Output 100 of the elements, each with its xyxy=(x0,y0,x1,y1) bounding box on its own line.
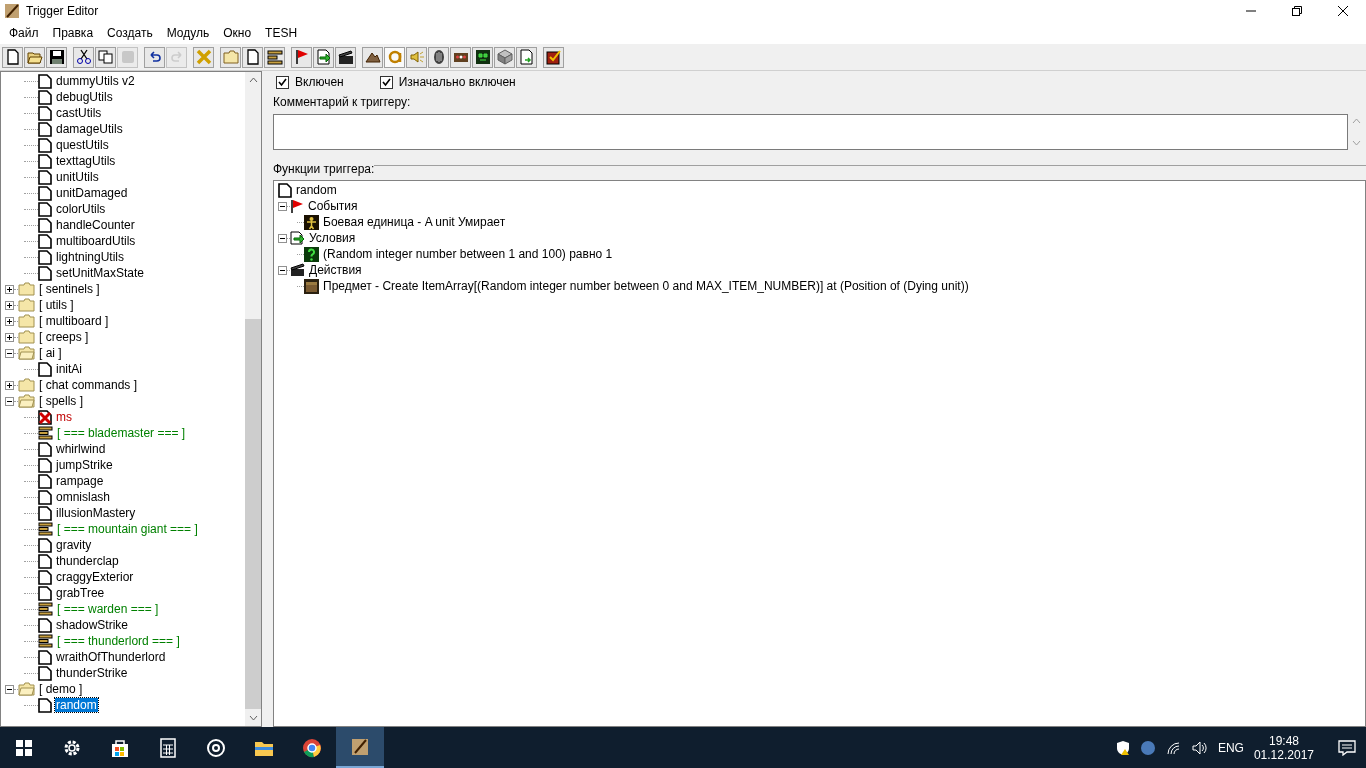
comment-field[interactable] xyxy=(273,114,1348,150)
tree-item[interactable]: random xyxy=(55,698,98,712)
clock-date[interactable]: 01.12.2017 xyxy=(1253,747,1314,762)
tree-item[interactable]: [ sentinels ] xyxy=(38,282,101,296)
toolbar-button[interactable] xyxy=(450,46,471,68)
collapse-toggle[interactable] xyxy=(278,201,287,211)
tree-item[interactable]: grabTree xyxy=(55,586,106,600)
folder-icon xyxy=(18,298,35,312)
tree-item[interactable]: shadowStrike xyxy=(55,618,130,632)
tree-item[interactable]: illusionMastery xyxy=(55,506,137,520)
toolbar-button[interactable] xyxy=(144,46,165,68)
toolbar-button[interactable] xyxy=(362,46,383,68)
tree-item[interactable]: gravity xyxy=(55,538,93,552)
toolbar-button[interactable] xyxy=(95,46,116,68)
menu-item[interactable]: Файл xyxy=(2,26,46,40)
tree-item[interactable]: unitDamaged xyxy=(55,186,129,200)
toolbar-button[interactable] xyxy=(335,46,356,68)
collapse-toggle[interactable] xyxy=(5,684,14,694)
tree-item[interactable]: wraithOfThunderlord xyxy=(55,650,167,664)
tree-item[interactable]: unitUtils xyxy=(55,170,100,184)
tree-item[interactable]: Боевая единица - A unit Умирает xyxy=(322,215,507,229)
tree-item[interactable]: Условия xyxy=(308,231,357,245)
flag-icon xyxy=(293,49,310,65)
clock-time[interactable]: 19:48 xyxy=(1268,733,1299,748)
toolbar-button[interactable] xyxy=(313,46,334,68)
tree-item[interactable]: [ chat commands ] xyxy=(38,378,139,392)
collapse-toggle[interactable] xyxy=(5,348,14,358)
tree-item[interactable]: События xyxy=(307,199,359,213)
notifications-icon[interactable] xyxy=(1338,739,1356,756)
scissors-icon xyxy=(75,49,92,65)
tree-item[interactable]: Предмет - Create ItemArray[(Random integer number between 0 and MAX_ITEM_NUMBER)] at (Position of (Dying unit)) xyxy=(322,279,970,293)
toolbar-button[interactable] xyxy=(2,46,23,68)
scrollbar-thumb[interactable] xyxy=(245,319,261,709)
collapse-toggle[interactable] xyxy=(5,396,14,406)
tree-item[interactable]: [ === warden === ] xyxy=(56,602,160,616)
tree-item[interactable]: [ === mountain giant === ] xyxy=(56,522,199,536)
tree-item[interactable]: dummyUtils v2 xyxy=(55,74,136,88)
tree-item[interactable]: omnislash xyxy=(55,490,112,504)
tree-item[interactable]: ms xyxy=(55,410,73,424)
open-folder-icon xyxy=(26,49,43,65)
tree-item[interactable]: questUtils xyxy=(55,138,110,152)
comment-lines-icon xyxy=(38,522,53,536)
menu-item[interactable]: Правка xyxy=(45,26,101,40)
toolbar-button[interactable] xyxy=(46,46,67,68)
tree-item[interactable]: [ === blademaster === ] xyxy=(56,426,187,440)
tree-item[interactable]: lightningUtils xyxy=(55,250,126,264)
toolbar-button[interactable] xyxy=(242,46,263,68)
checkbox[interactable] xyxy=(379,75,393,89)
tree-item[interactable]: Действия xyxy=(308,263,363,277)
expand-toggle[interactable] xyxy=(5,284,14,294)
tree-item[interactable]: [ multiboard ] xyxy=(38,314,110,328)
checkbox[interactable] xyxy=(276,75,289,89)
menu-item[interactable]: TESH xyxy=(258,26,305,40)
tree-item[interactable]: texttagUtils xyxy=(55,154,117,168)
toolbar-button[interactable] xyxy=(291,46,312,68)
tree-item[interactable]: whirlwind xyxy=(55,442,107,456)
checklist-icon xyxy=(545,49,562,65)
collapse-toggle[interactable] xyxy=(278,265,287,275)
page-icon xyxy=(38,217,52,233)
expand-toggle[interactable] xyxy=(5,316,14,326)
flag-icon xyxy=(290,199,304,213)
menu-item[interactable]: Модуль xyxy=(159,26,217,40)
toolbar-button[interactable] xyxy=(73,46,94,68)
tree-item[interactable]: [ === thunderlord === ] xyxy=(56,634,181,648)
tree-item[interactable]: damageUtils xyxy=(55,122,124,136)
tree-item[interactable]: [ demo ] xyxy=(38,682,84,696)
tree-item[interactable]: [ ai ] xyxy=(38,346,63,360)
tree-item[interactable]: thunderStrike xyxy=(55,666,129,680)
tree-item[interactable]: (Random integer number between 1 and 100) равно 1 xyxy=(322,247,614,261)
expand-toggle[interactable] xyxy=(5,380,14,390)
toolbar-button[interactable] xyxy=(472,46,493,68)
toolbar-button[interactable] xyxy=(428,46,449,68)
tree-item[interactable]: random xyxy=(295,183,338,197)
tree-item[interactable]: colorUtils xyxy=(55,202,107,216)
expand-toggle[interactable] xyxy=(5,332,14,342)
tree-item[interactable]: initAi xyxy=(55,362,83,376)
expand-toggle[interactable] xyxy=(5,300,14,310)
page-icon xyxy=(38,505,52,521)
tree-item[interactable]: [ utils ] xyxy=(38,298,75,312)
tree-item[interactable]: [ spells ] xyxy=(38,394,84,408)
tree-item[interactable]: [ creeps ] xyxy=(38,330,90,344)
menu-item[interactable]: Окно xyxy=(216,26,259,40)
toolbar-button[interactable] xyxy=(264,46,285,68)
tree-item[interactable]: rampage xyxy=(55,474,105,488)
tree-item[interactable]: debugUtils xyxy=(55,90,114,104)
language-indicator[interactable]: ENG xyxy=(1217,740,1244,755)
scrollbar[interactable] xyxy=(245,72,261,726)
tree-item[interactable]: multiboardUtils xyxy=(55,234,137,248)
tree-item[interactable]: setUnitMaxState xyxy=(55,266,146,280)
tree-item[interactable]: castUtils xyxy=(55,106,103,120)
toolbar-button[interactable] xyxy=(543,46,564,68)
tree-item[interactable]: craggyExterior xyxy=(55,570,135,584)
tree-item[interactable]: handleCounter xyxy=(55,218,136,232)
tree-item[interactable]: jumpStrike xyxy=(55,458,114,472)
comment-lines-icon xyxy=(266,49,283,65)
menu-item[interactable]: Создать xyxy=(100,26,160,40)
comment-label: Комментарий к триггеру: xyxy=(273,95,412,109)
tree-item[interactable]: thunderclap xyxy=(55,554,120,568)
collapse-toggle[interactable] xyxy=(278,233,287,243)
scroll-down-icon xyxy=(1351,140,1361,146)
